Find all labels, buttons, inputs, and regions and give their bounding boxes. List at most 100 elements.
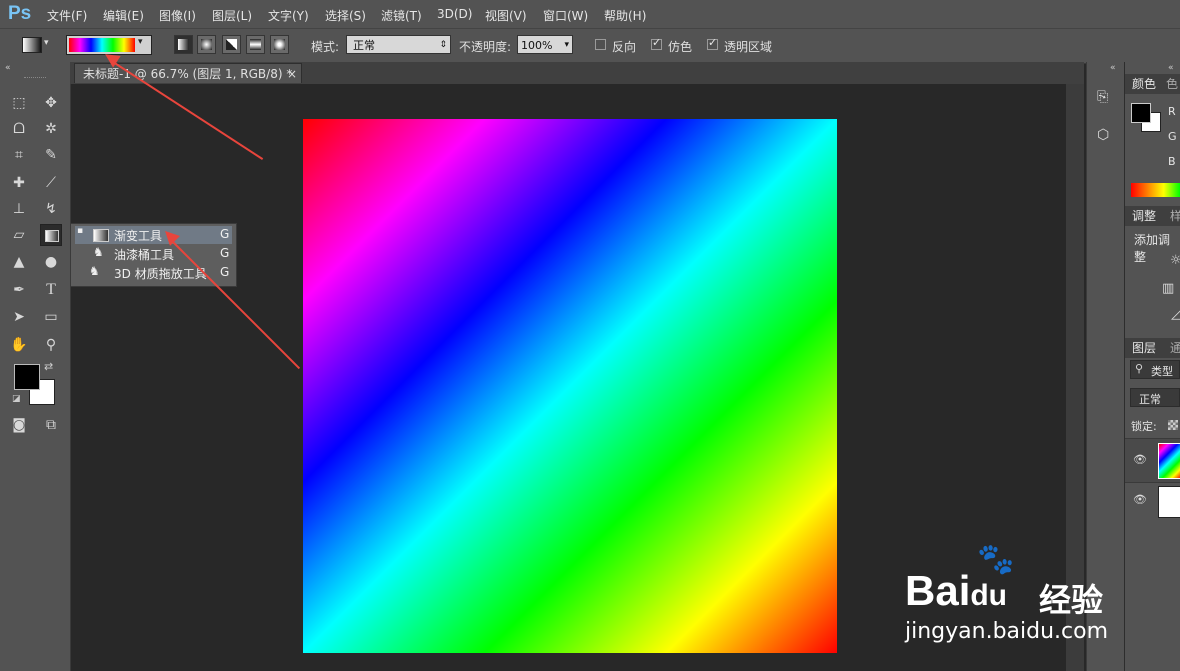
lasso-tool-icon[interactable]: ᗝ xyxy=(8,118,30,140)
transparency-label: 透明区域 xyxy=(724,40,773,54)
panel-fg-swatch[interactable] xyxy=(1131,103,1151,123)
menu-edit[interactable]: 编辑(E) xyxy=(103,7,144,24)
menu-3d[interactable]: 3D(D) xyxy=(437,7,472,21)
magic-wand-icon[interactable]: ✲ xyxy=(40,118,62,140)
grip-icon[interactable] xyxy=(24,77,46,80)
flyout-item-gradient[interactable]: ▪ 渐变工具 G xyxy=(75,226,232,244)
move-tool-icon[interactable]: ✥ xyxy=(40,92,62,114)
blend-mode-select[interactable]: 正常 xyxy=(1130,388,1180,407)
history-brush-icon[interactable]: ↯ xyxy=(40,198,62,220)
menu-help[interactable]: 帮助(H) xyxy=(604,7,646,24)
menu-file[interactable]: 文件(F) xyxy=(47,7,87,24)
healing-brush-icon[interactable]: ✚ xyxy=(8,172,30,194)
linear-gradient-button[interactable] xyxy=(174,35,193,54)
chevron-down-icon[interactable]: ▾ xyxy=(138,37,143,47)
layer-thumbnail[interactable] xyxy=(1158,486,1180,518)
quick-mask-icon[interactable]: ◙ xyxy=(8,414,30,436)
mode-select[interactable]: 正常 ⇕ xyxy=(346,35,451,54)
dodge-tool-icon[interactable]: ● xyxy=(40,251,62,273)
menu-image[interactable]: 图像(I) xyxy=(159,7,196,24)
rectangle-tool-icon[interactable]: ▭ xyxy=(40,306,62,328)
chevron-down-icon[interactable]: ▾ xyxy=(44,38,49,48)
menu-filter[interactable]: 滤镜(T) xyxy=(381,7,422,24)
pen-tool-icon[interactable]: ✒ xyxy=(8,279,30,301)
flyout-label: 3D 材质拖放工具 xyxy=(114,267,207,281)
mode-label: 模式: xyxy=(311,40,340,54)
history-panel-icon[interactable]: ⎘ xyxy=(1097,89,1108,105)
default-colors-icon[interactable]: ◪ xyxy=(12,394,21,404)
watermark-brand: Baidu xyxy=(905,567,1007,615)
gradient-preset-icon[interactable] xyxy=(22,37,42,53)
flyout-shortcut: G xyxy=(220,227,230,241)
document-tab[interactable]: 未标题-1 @ 66.7% (图层 1, RGB/8) * × xyxy=(74,63,302,83)
selected-bullet-icon: ▪ xyxy=(77,226,84,236)
collapse-icon[interactable]: « xyxy=(1168,63,1174,73)
diamond-gradient-button[interactable] xyxy=(270,35,289,54)
foreground-color-swatch[interactable] xyxy=(14,364,40,390)
channel-b-label: B xyxy=(1168,155,1176,168)
document-canvas[interactable] xyxy=(303,119,837,653)
zoom-tool-icon[interactable]: ⚲ xyxy=(40,334,62,356)
curves-icon[interactable]: ◿ xyxy=(1171,307,1180,322)
tab-adjustments[interactable]: 调整 xyxy=(1132,206,1156,226)
crop-tool-icon[interactable]: ⌗ xyxy=(8,144,30,166)
dither-checkbox[interactable] xyxy=(651,36,662,50)
path-select-icon[interactable]: ➤ xyxy=(8,306,30,328)
angle-gradient-icon xyxy=(226,39,237,50)
brightness-icon[interactable]: ☼ xyxy=(1170,253,1180,268)
watermark-url: jingyan.baidu.com xyxy=(905,619,1109,644)
layer-filter-select[interactable]: ⚲ 类型 xyxy=(1130,360,1180,379)
marquee-tool-icon[interactable]: ⬚ xyxy=(8,92,30,114)
reflected-gradient-icon xyxy=(250,39,261,50)
tab-layers[interactable]: 图层 xyxy=(1132,338,1156,358)
opacity-input[interactable]: 100% ▾ xyxy=(517,35,573,54)
gradient-tool-icon xyxy=(93,229,109,242)
eyedropper-icon[interactable]: ✎ xyxy=(40,144,62,166)
menu-window[interactable]: 窗口(W) xyxy=(543,7,588,24)
radial-gradient-icon xyxy=(201,39,212,50)
document-title: 未标题-1 @ 66.7% (图层 1, RGB/8) * xyxy=(83,67,293,81)
radial-gradient-button[interactable] xyxy=(197,35,216,54)
angle-gradient-button[interactable] xyxy=(222,35,241,54)
diamond-gradient-icon xyxy=(274,39,285,50)
tab-channels[interactable]: 通 xyxy=(1170,338,1180,358)
mode-value: 正常 xyxy=(353,39,375,52)
chevron-down-icon[interactable]: ▾ xyxy=(564,36,569,55)
menu-layer[interactable]: 图层(L) xyxy=(212,7,252,24)
watermark-cn: 经验 xyxy=(1039,581,1104,619)
tab-swatches[interactable]: 色 xyxy=(1166,74,1178,94)
lock-transparency-icon[interactable] xyxy=(1168,420,1178,430)
eye-icon[interactable]: 👁 xyxy=(1133,493,1147,506)
stamp-tool-icon[interactable]: ⊥ xyxy=(8,198,30,220)
swap-colors-icon[interactable]: ⇄ xyxy=(44,360,53,373)
tab-styles[interactable]: 样 xyxy=(1170,206,1180,226)
close-icon[interactable]: × xyxy=(287,64,297,84)
menu-type[interactable]: 文字(Y) xyxy=(268,7,309,24)
layer-thumbnail[interactable] xyxy=(1158,443,1180,479)
hand-tool-icon[interactable]: ✋ xyxy=(8,334,30,356)
transparency-checkbox[interactable] xyxy=(707,36,718,50)
3d-panel-icon[interactable]: ⬡ xyxy=(1097,127,1109,143)
menu-select[interactable]: 选择(S) xyxy=(325,7,366,24)
brand-part1: Bai xyxy=(905,567,971,614)
linear-gradient-icon xyxy=(178,39,189,50)
eraser-tool-icon[interactable]: ▱ xyxy=(8,224,30,246)
levels-icon[interactable]: ▥ xyxy=(1162,281,1174,296)
type-tool-icon[interactable]: T xyxy=(40,279,62,301)
gradient-glyph xyxy=(45,230,59,242)
opacity-label: 不透明度: xyxy=(459,40,512,54)
brush-tool-icon[interactable]: ⟋ xyxy=(40,172,62,194)
blur-tool-icon[interactable]: ▲ xyxy=(8,251,30,273)
menu-view[interactable]: 视图(V) xyxy=(485,7,527,24)
flyout-shortcut: G xyxy=(220,265,230,279)
reverse-checkbox[interactable] xyxy=(595,39,606,50)
flyout-item-paint-bucket[interactable]: ♞ 油漆桶工具 G xyxy=(75,245,232,263)
reflected-gradient-button[interactable] xyxy=(246,35,265,54)
expand-icon[interactable]: « xyxy=(1110,63,1116,73)
screen-mode-icon[interactable]: ⧉ xyxy=(40,414,62,436)
gradient-tool-icon[interactable] xyxy=(40,224,62,246)
tab-color[interactable]: 颜色 xyxy=(1132,74,1156,94)
eye-icon[interactable]: 👁 xyxy=(1133,453,1147,466)
color-ramp[interactable] xyxy=(1131,183,1180,197)
collapse-icon[interactable]: « xyxy=(5,63,11,73)
